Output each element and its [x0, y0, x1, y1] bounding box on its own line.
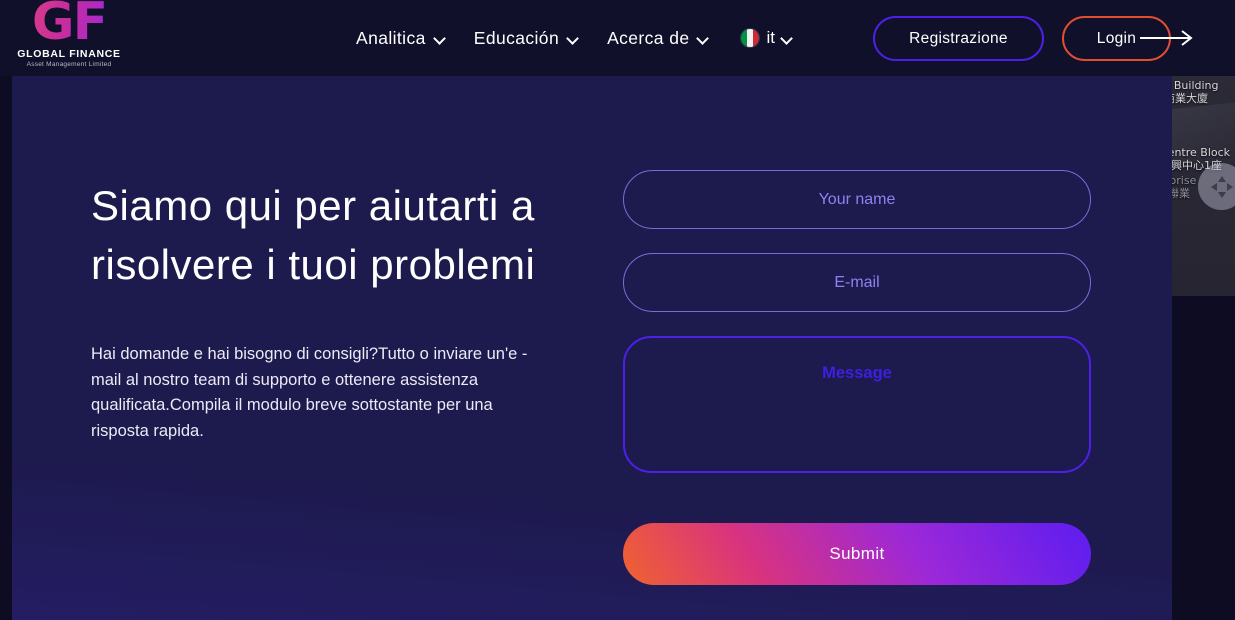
chevron-down-icon [698, 33, 709, 44]
nav-item-label: Educación [473, 27, 560, 48]
chevron-down-icon [568, 33, 579, 44]
main-navigation: Analitica Educación Acerca de it [356, 0, 793, 76]
contact-intro-column: Siamo qui per aiutarti a risolvere i tuo… [91, 176, 571, 444]
register-button[interactable]: Registrazione [873, 16, 1044, 61]
map-label: k Building [1164, 79, 1219, 92]
logo[interactable]: GF GLOBAL FINANCE Asset Management Limit… [14, 0, 124, 69]
logo-subtitle: Asset Management Limited [26, 61, 112, 68]
email-input[interactable] [623, 253, 1091, 312]
page-title: Siamo qui per aiutarti a risolvere i tuo… [91, 182, 536, 288]
nav-item-analitica[interactable]: Analitica [356, 28, 446, 49]
nav-item-acerca-de[interactable]: Acerca de [607, 28, 709, 49]
contact-form: Submit [623, 170, 1091, 585]
message-textarea[interactable] [623, 336, 1091, 473]
nav-item-educacion[interactable]: Educación [474, 28, 579, 49]
language-selector[interactable]: it [741, 28, 793, 48]
italy-flag-icon [741, 29, 760, 47]
contact-section: Siamo qui per aiutarti a risolvere i tuo… [12, 76, 1172, 620]
login-button[interactable]: Login [1062, 16, 1171, 61]
page-description: Hai domande e hai bisogno di consigli?Tu… [91, 345, 528, 440]
submit-button[interactable]: Submit [623, 523, 1091, 585]
name-input[interactable] [623, 170, 1091, 229]
nav-item-label: Analitica [356, 27, 426, 48]
logo-name: GLOBAL FINANCE [17, 48, 121, 60]
logo-mark: GF [14, 0, 124, 48]
page-root: k Building 商業大廈 Centre Block 太興中心1座 erpr… [0, 0, 1235, 620]
site-header: GF GLOBAL FINANCE Asset Management Limit… [0, 0, 1235, 76]
left-edge-strip [0, 76, 12, 620]
chevron-down-icon [435, 33, 446, 44]
chevron-down-icon [782, 33, 793, 44]
nav-item-label: Acerca de [607, 27, 690, 48]
language-code: it [766, 28, 775, 47]
